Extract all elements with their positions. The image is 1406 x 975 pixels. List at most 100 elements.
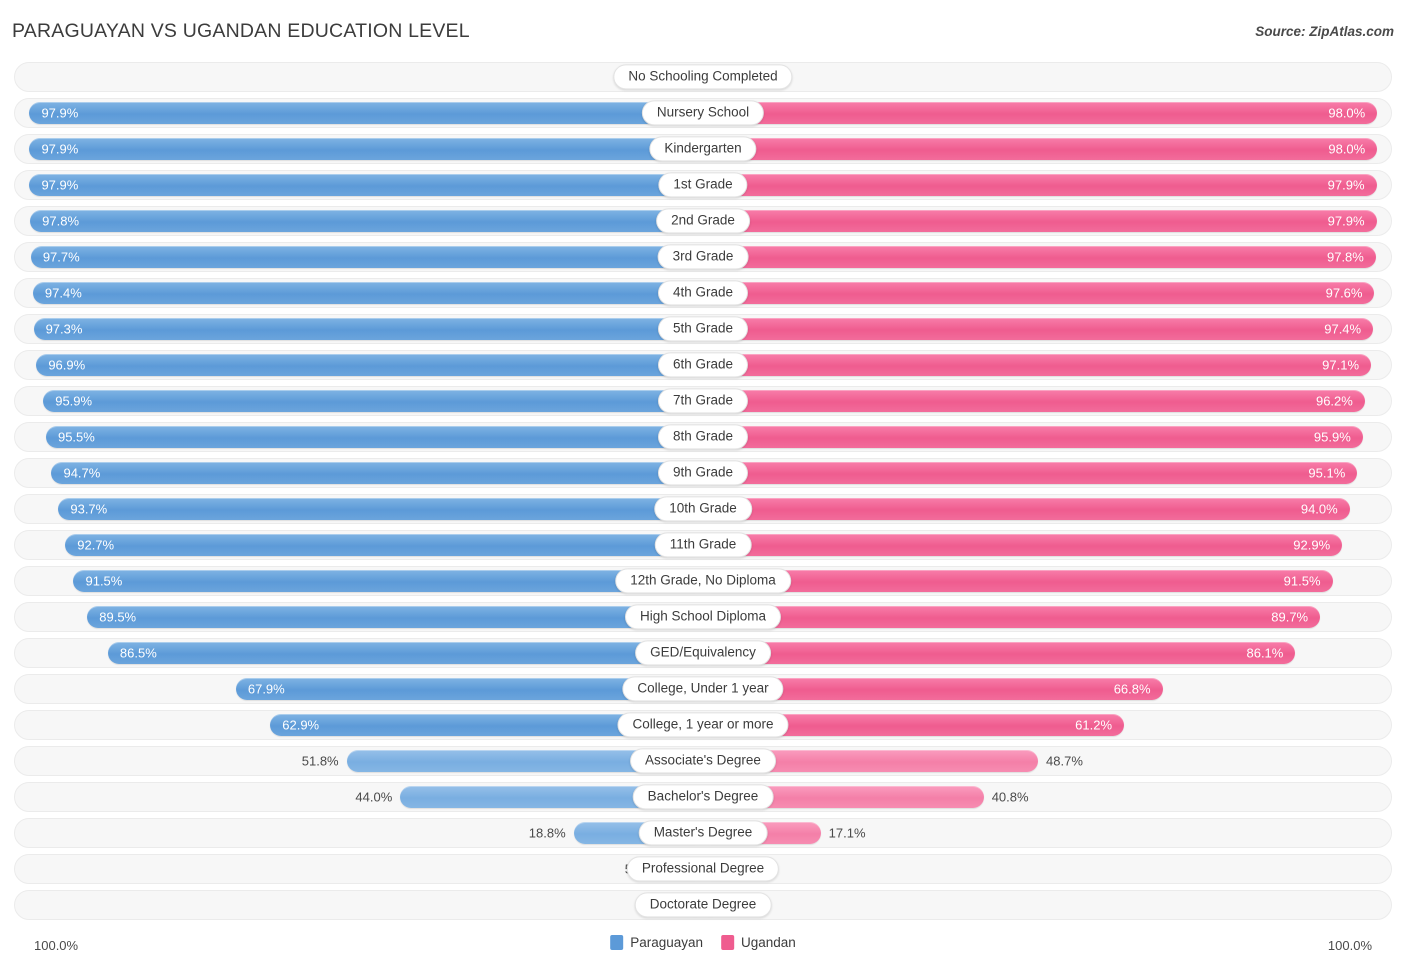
category-label: 1st Grade xyxy=(658,172,748,198)
paraguayan-bar-cell: 97.7% xyxy=(15,243,703,271)
chart-row: 97.4% 97.6% 4th Grade xyxy=(14,278,1392,308)
ugandan-value: 95.9% xyxy=(1313,429,1351,445)
paraguayan-bar-cell: 5.9% xyxy=(15,855,703,883)
chart-row: 92.7% 92.9% 11th Grade xyxy=(14,530,1392,560)
category-label: 6th Grade xyxy=(657,352,749,378)
ugandan-bar-cell: 89.7% xyxy=(703,603,1391,631)
category-label: GED/Equivalency xyxy=(635,640,771,666)
category-label: Kindergarten xyxy=(649,136,757,162)
ugandan-value: 98.0% xyxy=(1328,141,1366,157)
paraguayan-bar-cell: 2.3% xyxy=(15,891,703,919)
paraguayan-value: 95.9% xyxy=(55,393,93,409)
ugandan-bar: 97.6% xyxy=(703,282,1375,304)
paraguayan-value: 92.7% xyxy=(77,537,115,553)
ugandan-value: 97.9% xyxy=(1327,213,1365,229)
ugandan-bar: 97.9% xyxy=(703,210,1377,232)
ugandan-bar-cell: 86.1% xyxy=(703,639,1391,667)
category-label: Associate's Degree xyxy=(630,748,776,774)
paraguayan-bar-cell: 97.9% xyxy=(15,135,703,163)
paraguayan-value: 97.3% xyxy=(45,321,83,337)
paraguayan-bar: 97.8% xyxy=(30,210,703,232)
ugandan-value: 97.9% xyxy=(1327,177,1365,193)
ugandan-bar: 91.5% xyxy=(703,570,1333,592)
paraguayan-bar-cell: 96.9% xyxy=(15,351,703,379)
paraguayan-bar: 97.9% xyxy=(29,102,703,124)
category-label: 10th Grade xyxy=(654,496,752,522)
ugandan-bar: 86.1% xyxy=(703,642,1296,664)
ugandan-bar-cell: 97.4% xyxy=(703,315,1391,343)
paraguayan-value: 67.9% xyxy=(247,681,285,697)
ugandan-bar-cell: 97.1% xyxy=(703,351,1391,379)
ugandan-value: 92.9% xyxy=(1293,537,1331,553)
paraguayan-value: 97.9% xyxy=(41,177,79,193)
ugandan-bar-cell: 92.9% xyxy=(703,531,1391,559)
paraguayan-value: 44.0% xyxy=(355,789,393,805)
legend-label: Paraguayan xyxy=(630,935,703,950)
ugandan-value: 96.2% xyxy=(1315,393,1353,409)
chart-row: 86.5% 86.1% GED/Equivalency xyxy=(14,638,1392,668)
chart-row: 18.8% 17.1% Master's Degree xyxy=(14,818,1392,848)
legend-swatch-icon xyxy=(610,935,624,950)
chart-row: 2.2%2.0%No Schooling Completed xyxy=(14,62,1392,92)
paraguayan-bar-cell: 92.7% xyxy=(15,531,703,559)
paraguayan-bar: 92.7% xyxy=(65,534,703,556)
legend-swatch-icon xyxy=(721,935,734,950)
paraguayan-bar-cell: 18.8% xyxy=(15,819,703,847)
paraguayan-bar-cell: 97.9% xyxy=(15,171,703,199)
ugandan-bar-cell: 2.0% xyxy=(703,63,1391,91)
category-label: College, 1 year or more xyxy=(617,712,789,738)
chart-row: 95.5% 95.9% 8th Grade xyxy=(14,422,1392,452)
ugandan-value: 97.6% xyxy=(1325,285,1363,301)
paraguayan-value: 94.7% xyxy=(63,465,101,481)
chart-row: 2.3%2.2%Doctorate Degree xyxy=(14,890,1392,920)
paraguayan-bar-cell: 2.2% xyxy=(15,63,703,91)
chart-page: PARAGUAYAN VS UGANDAN EDUCATION LEVEL So… xyxy=(0,0,1406,975)
ugandan-bar-cell: 95.1% xyxy=(703,459,1391,487)
ugandan-bar: 94.0% xyxy=(703,498,1350,520)
paraguayan-bar: 89.5% xyxy=(87,606,703,628)
category-label: Master's Degree xyxy=(638,820,768,846)
chart-row: 97.7% 97.8% 3rd Grade xyxy=(14,242,1392,272)
chart-row: 51.8% 48.7% Associate's Degree xyxy=(14,746,1392,776)
paraguayan-bar-cell: 91.5% xyxy=(15,567,703,595)
chart-row: 44.0% 40.8% Bachelor's Degree xyxy=(14,782,1392,812)
legend-item[interactable]: Paraguayan xyxy=(610,935,703,950)
ugandan-bar-cell: 48.7% xyxy=(703,747,1391,775)
category-label: Professional Degree xyxy=(626,856,780,882)
category-label: Doctorate Degree xyxy=(634,892,772,918)
ugandan-bar: 97.9% xyxy=(703,174,1377,196)
ugandan-bar-cell: 97.9% xyxy=(703,207,1391,235)
paraguayan-value: 89.5% xyxy=(99,609,137,625)
paraguayan-bar-cell: 95.9% xyxy=(15,387,703,415)
paraguayan-value: 97.8% xyxy=(42,213,80,229)
paraguayan-bar-cell: 86.5% xyxy=(15,639,703,667)
ugandan-bar: 98.0% xyxy=(703,102,1378,124)
category-label: Nursery School xyxy=(641,100,765,126)
ugandan-value: 98.0% xyxy=(1328,105,1366,121)
paraguayan-bar: 95.5% xyxy=(45,426,703,448)
paraguayan-value: 97.9% xyxy=(41,141,79,157)
ugandan-value: 91.5% xyxy=(1283,573,1321,589)
legend-item[interactable]: Ugandan xyxy=(721,935,796,950)
paraguayan-bar: 94.7% xyxy=(51,462,703,484)
ugandan-bar-cell: 94.0% xyxy=(703,495,1391,523)
ugandan-bar-cell: 66.8% xyxy=(703,675,1391,703)
paraguayan-bar: 97.9% xyxy=(29,174,703,196)
ugandan-bar: 97.4% xyxy=(703,318,1374,340)
ugandan-bar-cell: 5.1% xyxy=(703,855,1391,883)
chart-row: 89.5% 89.7% High School Diploma xyxy=(14,602,1392,632)
paraguayan-value: 18.8% xyxy=(528,825,566,841)
axis-label-right: 100.0% xyxy=(1327,938,1372,953)
category-label: 12th Grade, No Diploma xyxy=(615,568,791,594)
ugandan-bar: 95.1% xyxy=(703,462,1358,484)
paraguayan-bar: 93.7% xyxy=(58,498,703,520)
paraguayan-bar: 97.4% xyxy=(32,282,703,304)
chart-header: PARAGUAYAN VS UGANDAN EDUCATION LEVEL So… xyxy=(0,0,1406,60)
paraguayan-value: 91.5% xyxy=(85,573,123,589)
source-attribution: Source: ZipAtlas.com xyxy=(1255,24,1394,39)
paraguayan-bar-cell: 62.9% xyxy=(15,711,703,739)
chart-row: 97.9% 97.9% 1st Grade xyxy=(14,170,1392,200)
ugandan-value: 40.8% xyxy=(991,789,1029,805)
category-label: No Schooling Completed xyxy=(613,64,793,90)
category-label: 8th Grade xyxy=(657,424,749,450)
